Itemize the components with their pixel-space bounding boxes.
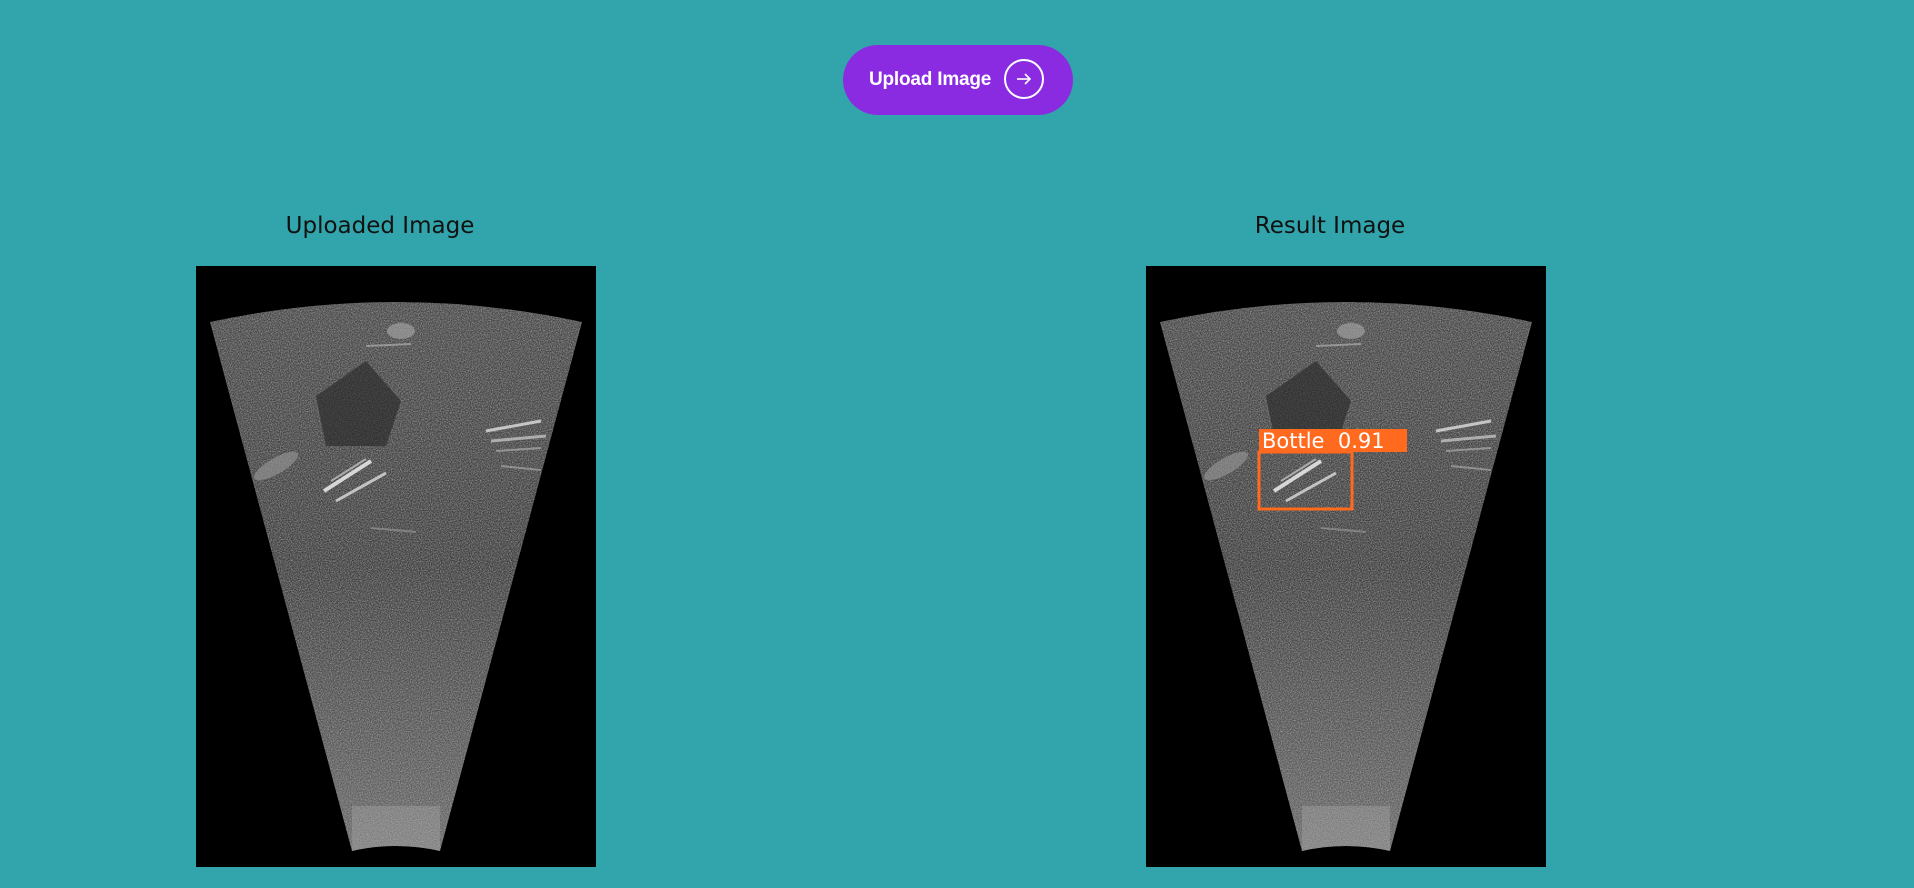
upload-image-button[interactable]: Upload Image: [843, 45, 1073, 115]
result-image-title: Result Image: [1254, 213, 1406, 239]
result-image: Bottle 0.91: [1146, 266, 1546, 867]
detection-label: Bottle 0.91: [1262, 429, 1385, 453]
upload-image-label: Upload Image: [869, 69, 992, 90]
arrow-right-icon: [1004, 59, 1044, 99]
uploaded-image: [196, 266, 596, 867]
uploaded-image-title: Uploaded Image: [285, 213, 475, 239]
